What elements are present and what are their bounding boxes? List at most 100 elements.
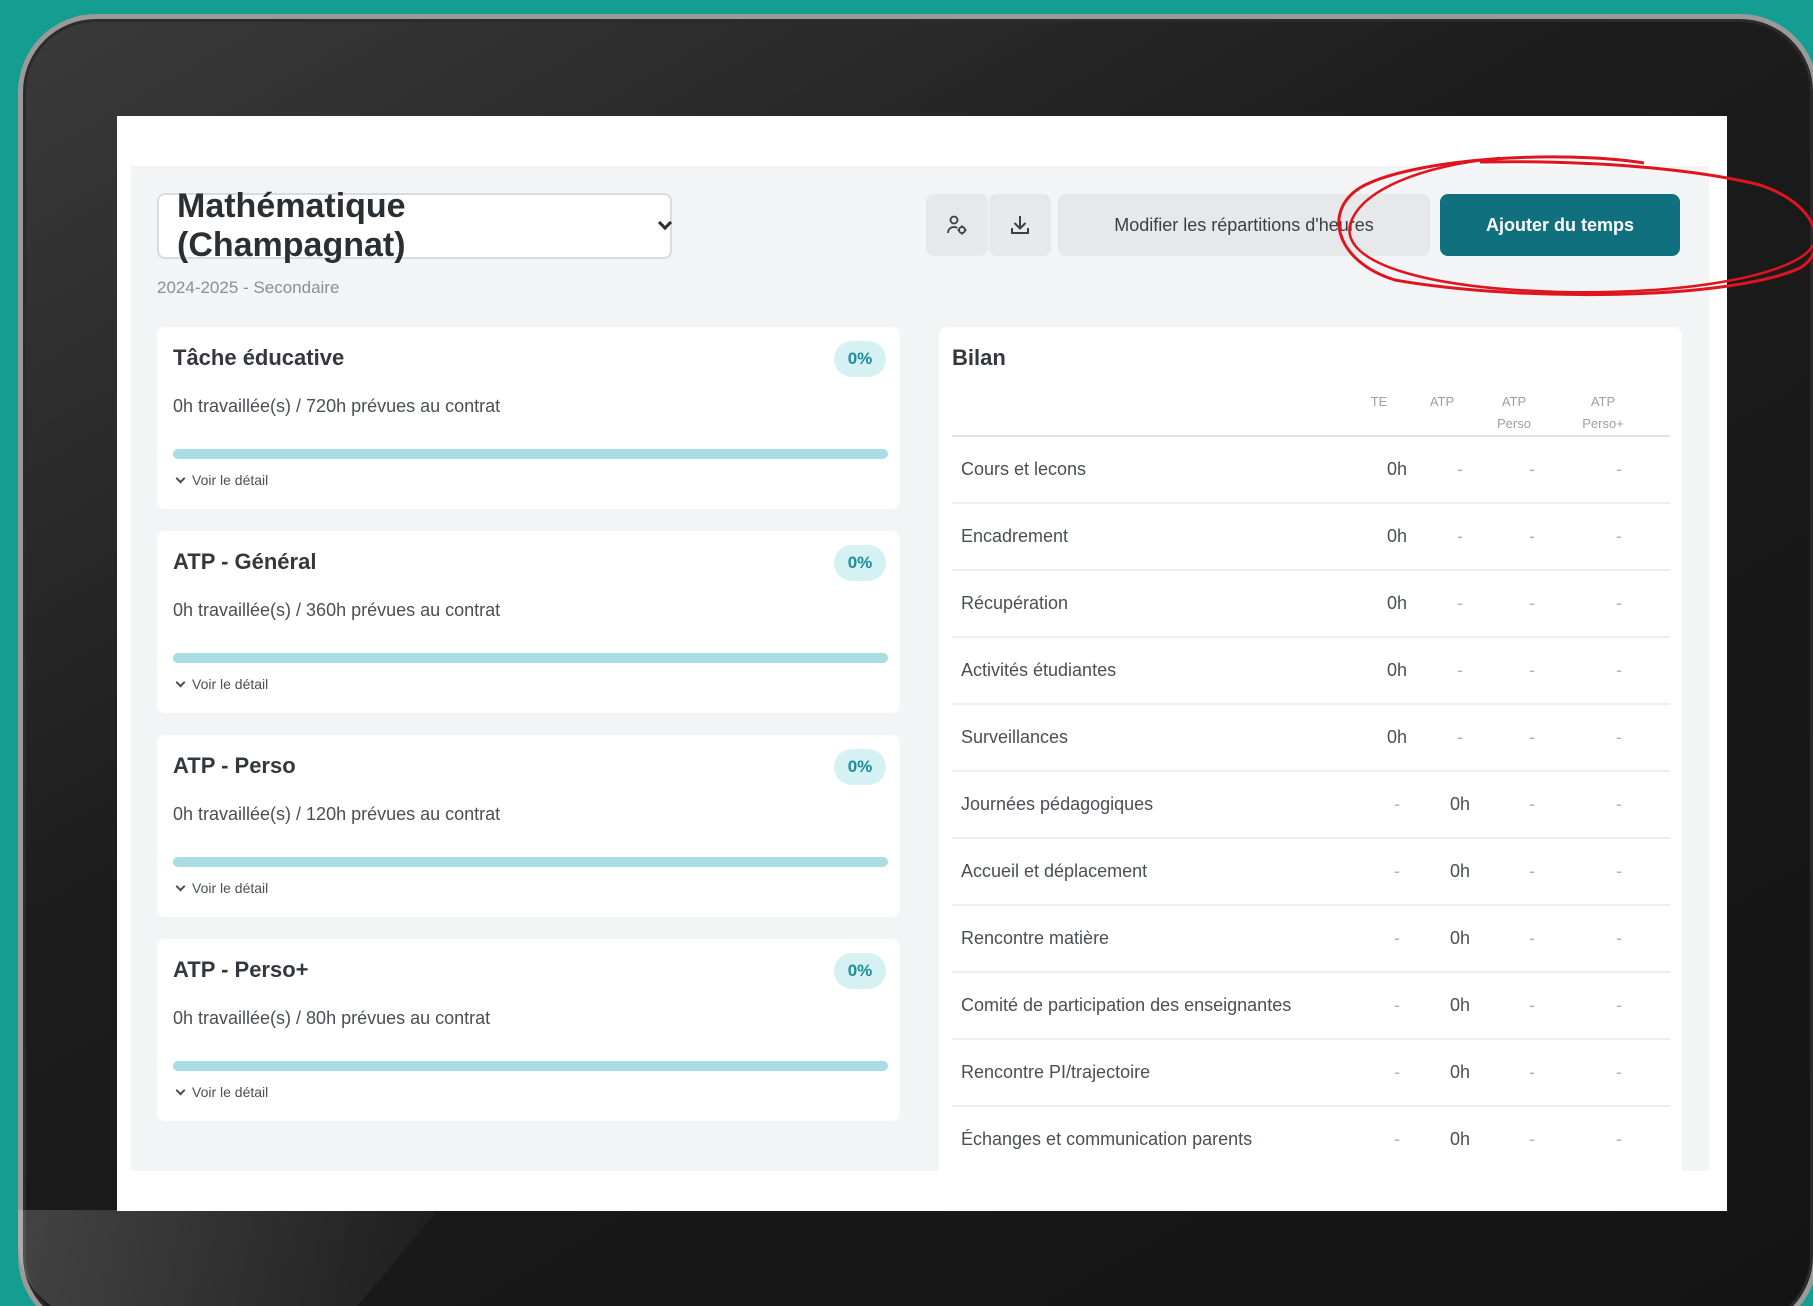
course-select[interactable]: Mathématique (Champagnat) — [157, 187, 673, 264]
progress-bar — [173, 857, 888, 867]
cell-atp: - — [1457, 459, 1463, 479]
table-row: Échanges et communication parents - 0h - - — [952, 1107, 1670, 1171]
row-label: Récupération — [961, 593, 1069, 613]
cell-te: 0h — [1386, 593, 1408, 613]
row-label: Comité de participation des enseignantes — [961, 995, 1292, 1015]
column-header-atp-perso-plus: ATP Perso+ — [1582, 394, 1624, 431]
chevron-down-icon — [175, 1085, 186, 1095]
cell-persoplus: - — [1616, 1129, 1622, 1149]
detail-label: Voir le détail — [192, 880, 269, 896]
row-label: Surveillances — [961, 727, 1069, 747]
cell-te: 0h — [1386, 727, 1408, 747]
card-hours: 0h travaillée(s) / 80h prévues au contra… — [173, 1008, 491, 1028]
table-row: Activités étudiantes 0h - - - — [952, 638, 1670, 705]
toggle-detail[interactable]: Voir le détail — [175, 472, 269, 488]
add-time-button[interactable]: Ajouter du temps — [1440, 194, 1680, 256]
table-row: Journées pédagogiques - 0h - - — [952, 772, 1670, 839]
chevron-down-icon — [175, 881, 186, 891]
card-atp-perso-plus: ATP - Perso+ 0% 0h travaillée(s) / 80h p… — [157, 939, 900, 1121]
cell-atp: - — [1457, 660, 1463, 680]
cell-te: - — [1394, 861, 1400, 881]
row-label: Accueil et déplacement — [961, 861, 1148, 881]
percent-badge: 0% — [834, 953, 886, 989]
progress-bar — [173, 653, 888, 663]
cell-perso: - — [1529, 928, 1535, 948]
cell-perso: - — [1529, 1129, 1535, 1149]
tablet-screen: Mathématique (Champagnat) 2024-2025 - Se… — [117, 116, 1727, 1211]
toggle-detail[interactable]: Voir le détail — [175, 880, 269, 896]
cell-perso: - — [1529, 727, 1535, 747]
detail-label: Voir le détail — [192, 676, 269, 692]
column-header-te: TE — [1370, 394, 1388, 409]
cell-perso: - — [1529, 660, 1535, 680]
user-settings-icon — [947, 215, 967, 235]
cell-persoplus: - — [1616, 1062, 1622, 1082]
cell-te: 0h — [1386, 660, 1408, 680]
cell-atp: 0h — [1449, 1062, 1471, 1082]
card-title: Tâche éducative — [173, 345, 345, 370]
row-label: Encadrement — [961, 526, 1069, 546]
toggle-detail[interactable]: Voir le détail — [175, 1084, 269, 1100]
cell-perso: - — [1529, 861, 1535, 881]
card-atp-general: ATP - Général 0% 0h travaillée(s) / 360h… — [157, 531, 900, 713]
table-row: Comité de participation des enseignantes… — [952, 973, 1670, 1040]
cell-atp: 0h — [1449, 1129, 1471, 1149]
toggle-detail[interactable]: Voir le détail — [175, 676, 269, 692]
cell-te: - — [1394, 995, 1400, 1015]
table-row: Accueil et déplacement - 0h - - — [952, 839, 1670, 906]
cell-atp: 0h — [1449, 861, 1471, 881]
chevron-down-icon — [175, 473, 186, 483]
cell-persoplus: - — [1616, 593, 1622, 613]
cell-atp: 0h — [1449, 995, 1471, 1015]
user-settings-button[interactable] — [926, 194, 988, 256]
cell-te: - — [1394, 1129, 1400, 1149]
card-tache-educative: Tâche éducative 0% 0h travaillée(s) / 72… — [157, 327, 900, 509]
cell-persoplus: - — [1616, 995, 1622, 1015]
modify-distribution-button[interactable]: Modifier les répartitions d'heures — [1058, 194, 1430, 256]
cell-te: - — [1394, 1062, 1400, 1082]
card-title: ATP - Général — [173, 549, 317, 574]
cell-persoplus: - — [1616, 861, 1622, 881]
table-row: Encadrement 0h - - - — [952, 504, 1670, 571]
bilan-panel: Bilan TE ATP ATP Perso ATP Perso+ Cours … — [939, 327, 1682, 1171]
table-row: Rencontre PI/trajectoire - 0h - - — [952, 1040, 1670, 1107]
cell-te: - — [1394, 928, 1400, 948]
bilan-title: Bilan — [952, 345, 1006, 370]
detail-label: Voir le détail — [192, 1084, 269, 1100]
cell-atp: - — [1457, 593, 1463, 613]
cell-perso: - — [1529, 526, 1535, 546]
progress-bar — [173, 1061, 888, 1071]
percent-badge: 0% — [834, 545, 886, 581]
download-icon — [1011, 216, 1029, 234]
cell-atp: - — [1457, 526, 1463, 546]
chevron-down-icon — [657, 215, 673, 231]
cell-persoplus: - — [1616, 660, 1622, 680]
percent-badge: 0% — [834, 749, 886, 785]
cell-perso: - — [1529, 995, 1535, 1015]
detail-label: Voir le détail — [192, 472, 269, 488]
cell-perso: - — [1529, 794, 1535, 814]
card-atp-perso: ATP - Perso 0% 0h travaillée(s) / 120h p… — [157, 735, 900, 917]
cell-te: 0h — [1386, 526, 1408, 546]
cell-perso: - — [1529, 593, 1535, 613]
cell-persoplus: - — [1616, 526, 1622, 546]
year-subtitle: 2024-2025 - Secondaire — [157, 278, 340, 297]
cell-perso: - — [1529, 1062, 1535, 1082]
row-label: Cours et lecons — [961, 459, 1087, 479]
table-row: Récupération 0h - - - — [952, 571, 1670, 638]
row-label: Rencontre PI/trajectoire — [961, 1062, 1151, 1082]
download-button[interactable] — [989, 194, 1051, 256]
card-title: ATP - Perso — [173, 753, 296, 778]
cell-persoplus: - — [1616, 794, 1622, 814]
row-label: Activités étudiantes — [961, 660, 1117, 680]
card-hours: 0h travaillée(s) / 720h prévues au contr… — [173, 396, 501, 416]
percent-badge: 0% — [834, 341, 886, 377]
table-row: Cours et lecons 0h - - - — [952, 437, 1670, 504]
table-row: Surveillances 0h - - - — [952, 705, 1670, 772]
cell-persoplus: - — [1616, 459, 1622, 479]
cell-te: - — [1394, 794, 1400, 814]
column-header-atp-perso: ATP Perso — [1497, 394, 1531, 431]
progress-bar — [173, 449, 888, 459]
cell-perso: - — [1529, 459, 1535, 479]
card-title: ATP - Perso+ — [173, 957, 309, 982]
